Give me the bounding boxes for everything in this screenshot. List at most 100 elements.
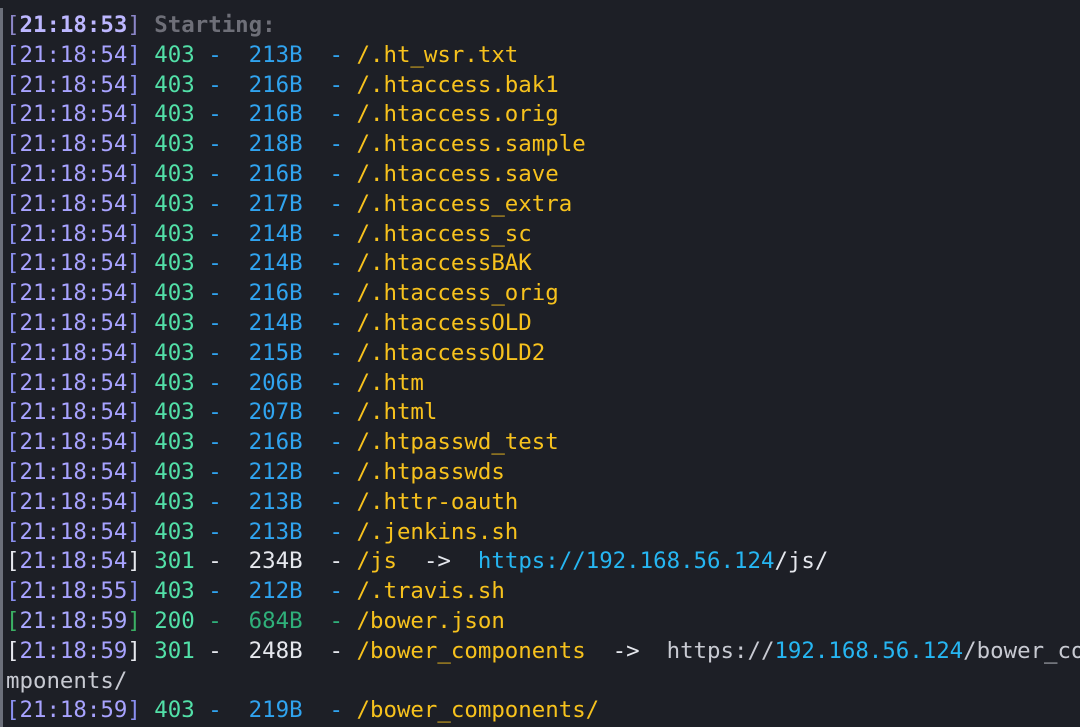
starting-label: Starting:	[140, 12, 276, 38]
start-line: [21:18:53] Starting:	[6, 11, 1080, 41]
status-code: 403	[154, 339, 195, 366]
status-code: 403	[154, 458, 195, 485]
response-size: 216B	[248, 71, 303, 98]
timestamp: 21:18:54	[19, 369, 128, 396]
log-line-bower-dir: [21:18:59] 403 - 219B - /bower_component…	[6, 697, 600, 724]
log-line: [21:18:54] 403 - 216B - /.htaccess.orig	[6, 101, 559, 128]
log-line: [21:18:54] 403 - 213B - /.jenkins.sh	[6, 518, 519, 545]
log-line-bower-json: [21:18:59] 200 - 684B - /bower.json	[6, 607, 505, 634]
timestamp: 21:18:53	[19, 12, 128, 38]
log-line: [21:18:54] 403 - 216B - /.htaccess.bak1	[6, 71, 559, 98]
response-size: 213B	[248, 488, 303, 515]
request-path: /.htaccess.save	[356, 160, 559, 187]
timestamp: 21:18:54	[19, 41, 128, 68]
timestamp: 21:18:54	[19, 309, 128, 336]
request-path: /.htaccess.orig	[356, 101, 559, 128]
redirect-url-host[interactable]: 192.168.56.124	[774, 638, 963, 664]
request-path: /js	[356, 548, 397, 575]
status-code: 403	[154, 309, 195, 336]
request-path: /.htaccess.sample	[356, 131, 586, 158]
log-line: [21:18:54] 403 - 216B - /.htaccess.save	[6, 160, 559, 187]
response-size: 218B	[248, 131, 303, 158]
response-size: 214B	[248, 220, 303, 247]
request-path: /.htaccessOLD2	[356, 339, 546, 366]
request-path: /.htaccess_sc	[356, 220, 532, 247]
request-path: /.travis.sh	[356, 578, 505, 605]
status-code: 301	[154, 548, 195, 575]
response-size: 234B	[248, 548, 303, 575]
timestamp: 21:18:54	[19, 160, 128, 187]
log-line: [21:18:54] 403 - 213B - /.httr-oauth	[6, 488, 519, 515]
timestamp: 21:18:54	[19, 250, 128, 277]
status-code: 403	[154, 399, 195, 426]
response-size: 212B	[248, 458, 303, 485]
timestamp: 21:18:59	[19, 697, 128, 724]
request-path: /.ht_wsr.txt	[356, 41, 519, 68]
response-size: 214B	[248, 250, 303, 277]
log-line: [21:18:54] 403 - 214B - /.htaccess_sc	[6, 220, 532, 247]
log-line: [21:18:54] 403 - 207B - /.html	[6, 399, 438, 426]
timestamp: 21:18:54	[19, 131, 128, 158]
status-code: 403	[154, 429, 195, 456]
request-path: /.htaccess_orig	[356, 280, 559, 307]
status-code: 403	[154, 518, 195, 545]
status-code: 403	[154, 280, 195, 307]
redirect-arrow: ->	[612, 637, 640, 664]
log-line: [21:18:54] 403 - 214B - /.htaccessOLD	[6, 309, 532, 336]
response-size: 216B	[248, 280, 303, 307]
redirect-url-host[interactable]: 192.168.56.124	[586, 548, 775, 574]
response-size: 217B	[248, 190, 303, 217]
response-size: 206B	[248, 369, 303, 396]
timestamp: 21:18:54	[19, 399, 128, 426]
status-code: 403	[154, 71, 195, 98]
request-path: /bower_components	[356, 637, 586, 664]
log-line-redirect-bower-wrap: mponents/	[6, 667, 1080, 697]
status-code: 403	[154, 369, 195, 396]
timestamp: 21:18:54	[19, 488, 128, 515]
request-path: /bower.json	[356, 607, 505, 634]
status-code: 403	[154, 190, 195, 217]
timestamp: 21:18:54	[19, 71, 128, 98]
timestamp: 21:18:55	[19, 578, 128, 605]
response-size: 215B	[248, 339, 303, 366]
response-size: 216B	[248, 429, 303, 456]
redirect-url-path-wrapped[interactable]: mponents/	[6, 668, 127, 694]
request-path: /.html	[356, 399, 438, 426]
bracket-open: [	[6, 12, 20, 38]
log-line: [21:18:54] 403 - 213B - /.ht_wsr.txt	[6, 41, 519, 68]
bracket-close: ]	[127, 12, 141, 38]
redirect-url-protocol[interactable]: https://	[667, 638, 775, 664]
timestamp: 21:18:54	[19, 101, 128, 128]
log-line: [21:18:54] 403 - 206B - /.htm	[6, 369, 424, 396]
response-size: 219B	[248, 697, 303, 724]
response-size: 212B	[248, 578, 303, 605]
status-code: 403	[154, 250, 195, 277]
redirect-arrow: ->	[423, 548, 451, 575]
status-code: 403	[154, 160, 195, 187]
log-line-travis: [21:18:55] 403 - 212B - /.travis.sh	[6, 578, 505, 605]
timestamp: 21:18:54	[19, 548, 128, 575]
terminal-output: [21:18:53] Starting: [21:18:54] 403 - 21…	[6, 11, 1080, 726]
status-code: 200	[154, 607, 195, 634]
request-path: /.httr-oauth	[356, 488, 519, 515]
redirect-url-path[interactable]: /js/	[774, 548, 828, 574]
redirect-url-protocol[interactable]: https://	[478, 548, 586, 574]
response-size: 207B	[248, 399, 303, 426]
status-code: 403	[154, 41, 195, 68]
timestamp: 21:18:59	[19, 637, 128, 664]
request-path: /.htaccess_extra	[356, 190, 573, 217]
log-line: [21:18:54] 403 - 218B - /.htaccess.sampl…	[6, 131, 586, 158]
log-line-redirect-js: [21:18:54] 301 - 234B - /js -> https://1…	[6, 548, 829, 575]
response-size: 213B	[248, 41, 303, 68]
status-code: 403	[154, 220, 195, 247]
response-size: 248B	[248, 637, 303, 664]
request-path: /.htaccessOLD	[356, 309, 532, 336]
response-size: 684B	[248, 607, 303, 634]
status-code: 403	[154, 697, 195, 724]
terminal-window[interactable]: [21:18:53] Starting: [21:18:54] 403 - 21…	[0, 0, 1080, 727]
status-code: 403	[154, 488, 195, 515]
redirect-url-path[interactable]: /bower_co	[963, 638, 1080, 664]
status-code: 403	[154, 131, 195, 158]
response-size: 214B	[248, 309, 303, 336]
status-code: 301	[154, 637, 195, 664]
